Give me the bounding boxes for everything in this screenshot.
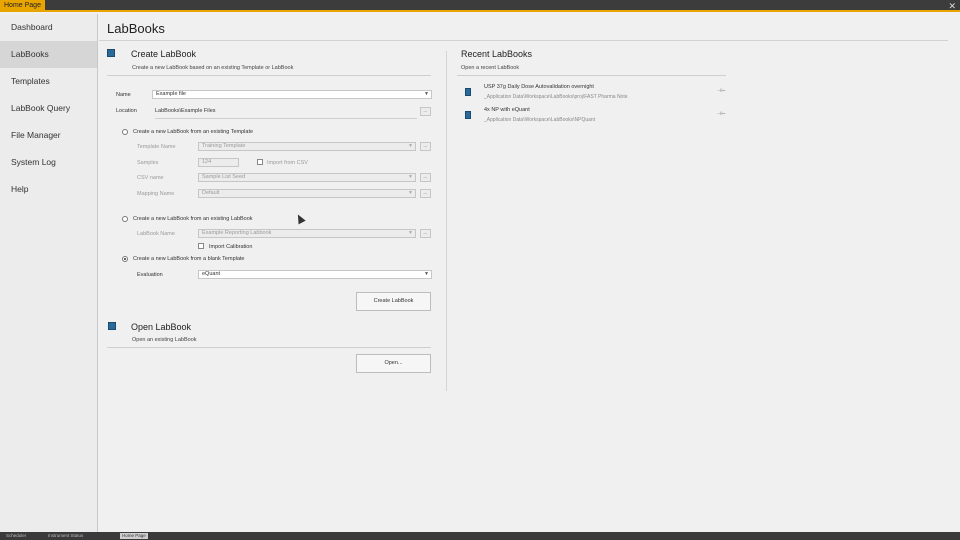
title-divider xyxy=(99,40,948,41)
name-value: Example file xyxy=(156,91,186,97)
import-calibration-checkbox[interactable] xyxy=(198,243,204,249)
create-labbook-button[interactable]: Create LabBook xyxy=(356,292,431,311)
labbook-name-value: Example Reporting Labbook xyxy=(202,230,272,236)
open-section-divider xyxy=(107,347,431,348)
csv-name-dropdown[interactable]: Sample List Seed ▼ xyxy=(198,173,416,182)
page-title: LabBooks xyxy=(107,21,165,36)
radio-blank-template[interactable] xyxy=(122,256,128,262)
mapping-browse-button[interactable]: ... xyxy=(420,189,431,198)
open-labbook-title: Open LabBook xyxy=(131,322,192,332)
labbook-file-icon xyxy=(465,88,471,96)
taskbar: Scheduler Instrument Status Home Page xyxy=(0,532,960,540)
chevron-down-icon: ▼ xyxy=(424,91,429,97)
sidebar-item-help[interactable]: Help xyxy=(0,176,97,203)
option-from-labbook-label: Create a new LabBook from an existing La… xyxy=(133,216,253,222)
sidebar-item-file-manager[interactable]: File Manager xyxy=(0,122,97,149)
taskbar-scheduler[interactable]: Scheduler xyxy=(6,533,26,539)
open-labbook-button[interactable]: Open... xyxy=(356,354,431,373)
chevron-down-icon: ▼ xyxy=(408,190,413,196)
labbook-name-label: LabBook Name xyxy=(137,231,175,237)
taskbar-instrument-status[interactable]: Instrument Status xyxy=(48,533,83,539)
location-value: LabBooks\Example Files xyxy=(155,108,216,114)
samples-field[interactable]: 124 xyxy=(198,158,239,167)
recent-labbook-path: _Application Data\Workspace\LabBooks\pro… xyxy=(484,94,628,100)
csv-browse-button[interactable]: ... xyxy=(420,173,431,182)
labbook-file-icon xyxy=(465,111,471,119)
create-labbook-icon xyxy=(107,49,115,57)
evaluation-value: eQuant xyxy=(202,271,221,277)
option-from-template-label: Create a new LabBook from an existing Te… xyxy=(133,129,254,135)
import-calibration-label: Import Calibration xyxy=(209,244,253,250)
pin-icon[interactable]: ⊣⊢ xyxy=(717,88,726,94)
recent-labbook-name[interactable]: 4x NP with eQuant xyxy=(484,107,530,113)
sidebar-item-labbook-query[interactable]: LabBook Query xyxy=(0,95,97,122)
mapping-name-dropdown[interactable]: Default ▼ xyxy=(198,189,416,198)
template-name-label: Template Name xyxy=(137,144,176,150)
taskbar-home-page[interactable]: Home Page xyxy=(120,533,148,539)
csv-name-label: CSV name xyxy=(137,175,164,181)
create-labbook-subtitle: Create a new LabBook based on an existin… xyxy=(132,65,294,71)
chevron-down-icon: ▼ xyxy=(408,174,413,180)
sidebar-item-system-log[interactable]: System Log xyxy=(0,149,97,176)
open-labbook-icon xyxy=(108,322,116,330)
chevron-down-icon: ▼ xyxy=(424,271,429,277)
sidebar-item-labbooks[interactable]: LabBooks xyxy=(0,41,97,68)
sidebar-item-dashboard[interactable]: Dashboard xyxy=(0,14,97,41)
import-csv-label: Import from CSV xyxy=(267,160,308,166)
recent-labbooks-title: Recent LabBooks xyxy=(461,49,533,59)
evaluation-dropdown[interactable]: eQuant ▼ xyxy=(198,270,432,279)
location-browse-button[interactable]: ... xyxy=(420,107,431,116)
template-name-dropdown[interactable]: Training Template ▼ xyxy=(198,142,416,151)
create-labbook-title: Create LabBook xyxy=(131,49,197,59)
samples-label: Samples xyxy=(137,160,159,166)
sidebar-item-templates[interactable]: Templates xyxy=(0,68,97,95)
open-labbook-subtitle: Open an existing LabBook xyxy=(132,337,197,343)
chevron-down-icon: ▼ xyxy=(408,143,413,149)
labbook-browse-button[interactable]: ... xyxy=(420,229,431,238)
name-label: Name xyxy=(116,92,131,98)
location-label: Location xyxy=(116,108,137,114)
recent-labbook-path: _Application Data\Workspace\LabBooks\NPQ… xyxy=(484,117,596,123)
radio-from-labbook[interactable] xyxy=(122,216,128,222)
column-divider xyxy=(446,51,447,391)
mapping-name-value: Default xyxy=(202,190,220,196)
labbook-name-dropdown[interactable]: Example Reporting Labbook ▼ xyxy=(198,229,416,238)
radio-from-template[interactable] xyxy=(122,129,128,135)
template-browse-button[interactable]: ... xyxy=(420,142,431,151)
option-blank-template-label: Create a new LabBook from a blank Templa… xyxy=(133,256,245,262)
import-csv-checkbox[interactable] xyxy=(257,159,263,165)
location-underline xyxy=(155,118,417,119)
mapping-name-label: Mapping Name xyxy=(137,191,175,197)
title-bar: Home Page ✕ xyxy=(0,0,960,12)
main-panel: LabBooks Create LabBook Create a new Lab… xyxy=(99,14,948,532)
evaluation-label: Evaluation xyxy=(137,272,163,278)
name-dropdown[interactable]: Example file ▼ xyxy=(152,90,432,99)
template-name-value: Training Template xyxy=(202,143,246,149)
chevron-down-icon: ▼ xyxy=(408,230,413,236)
close-icon[interactable]: ✕ xyxy=(948,0,956,12)
home-page-tab[interactable]: Home Page xyxy=(0,0,45,12)
recent-section-divider xyxy=(457,75,726,76)
csv-name-value: Sample List Seed xyxy=(202,174,246,180)
sidebar: Dashboard LabBooks Templates LabBook Que… xyxy=(0,14,98,532)
recent-labbook-name[interactable]: USP 37g Daily Dose Autovalidation overni… xyxy=(484,84,594,90)
recent-labbooks-subtitle: Open a recent LabBook xyxy=(461,65,520,71)
pin-icon[interactable]: ⊣⊢ xyxy=(717,111,726,117)
create-section-divider xyxy=(107,75,431,76)
